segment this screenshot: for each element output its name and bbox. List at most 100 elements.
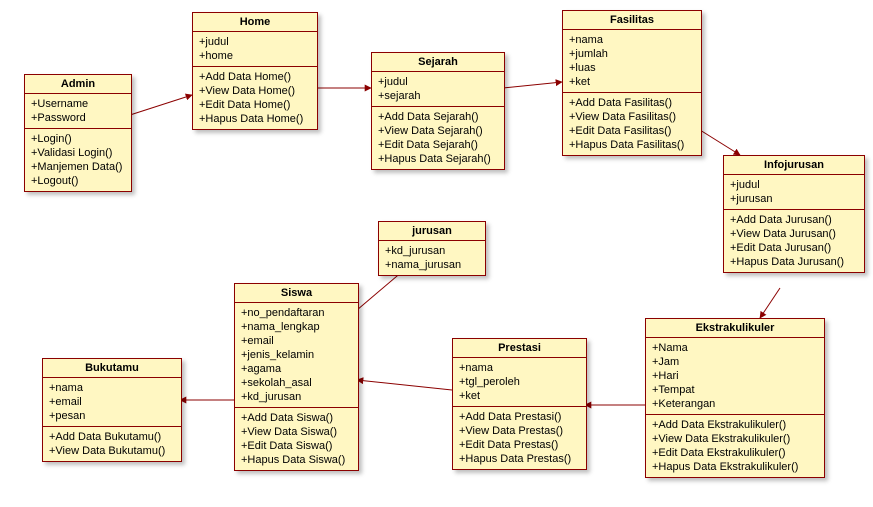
op: +Edit Data Prestas()	[459, 438, 580, 452]
attr: +judul	[378, 75, 498, 89]
ops-section: +Add Data Sejarah() +View Data Sejarah()…	[372, 107, 504, 169]
attr: +agama	[241, 362, 352, 376]
attr: +Hari	[652, 369, 818, 383]
uml-canvas: Admin +Username +Password +Login() +Vali…	[0, 0, 873, 507]
assoc-admin-home	[130, 95, 192, 115]
attr: +judul	[199, 35, 311, 49]
op: +View Data Fasilitas()	[569, 110, 695, 124]
op: +Hapus Data Siswa()	[241, 453, 352, 467]
attr-section: +nama +jumlah +luas +ket	[563, 30, 701, 93]
assoc-infojurusan-ekstra	[760, 288, 780, 318]
attr: +Nama	[652, 341, 818, 355]
attr-section: +Username +Password	[25, 94, 131, 129]
class-sejarah: Sejarah +judul +sejarah +Add Data Sejara…	[371, 52, 505, 170]
op: +Validasi Login()	[31, 146, 125, 160]
op: +Logout()	[31, 174, 125, 188]
attr: +Password	[31, 111, 125, 125]
attr-section: +nama +tgl_peroleh +ket	[453, 358, 586, 407]
attr-section: +judul +sejarah	[372, 72, 504, 107]
attr: +Username	[31, 97, 125, 111]
class-title: Home	[193, 13, 317, 32]
attr: +tgl_peroleh	[459, 375, 580, 389]
attr: +kd_jurusan	[385, 244, 479, 258]
attr: +jurusan	[730, 192, 858, 206]
ops-section: +Add Data Bukutamu() +View Data Bukutamu…	[43, 427, 181, 461]
op: +Edit Data Jurusan()	[730, 241, 858, 255]
attr: +pesan	[49, 409, 175, 423]
op: +View Data Sejarah()	[378, 124, 498, 138]
attr: +home	[199, 49, 311, 63]
attr: +ket	[459, 389, 580, 403]
op: +Hapus Data Sejarah()	[378, 152, 498, 166]
op: +Login()	[31, 132, 125, 146]
ops-section: +Add Data Fasilitas() +View Data Fasilit…	[563, 93, 701, 155]
class-siswa: Siswa +no_pendaftaran +nama_lengkap +ema…	[234, 283, 359, 471]
ops-section: +Add Data Prestasi() +View Data Prestas(…	[453, 407, 586, 469]
attr: +nama	[459, 361, 580, 375]
op: +Add Data Fasilitas()	[569, 96, 695, 110]
op: +Edit Data Ekstrakulikuler()	[652, 446, 818, 460]
op: +View Data Ekstrakulikuler()	[652, 432, 818, 446]
class-fasilitas: Fasilitas +nama +jumlah +luas +ket +Add …	[562, 10, 702, 156]
attr: +kd_jurusan	[241, 390, 352, 404]
class-title: Admin	[25, 75, 131, 94]
attr: +jumlah	[569, 47, 695, 61]
op: +Edit Data Sejarah()	[378, 138, 498, 152]
attr-section: +Nama +Jam +Hari +Tempat +Keterangan	[646, 338, 824, 415]
class-title: Infojurusan	[724, 156, 864, 175]
op: +View Data Bukutamu()	[49, 444, 175, 458]
attr: +no_pendaftaran	[241, 306, 352, 320]
attr: +ket	[569, 75, 695, 89]
op: +Add Data Sejarah()	[378, 110, 498, 124]
attr-section: +judul +jurusan	[724, 175, 864, 210]
op: +View Data Siswa()	[241, 425, 352, 439]
attr: +nama_lengkap	[241, 320, 352, 334]
op: +View Data Jurusan()	[730, 227, 858, 241]
attr: +sejarah	[378, 89, 498, 103]
ops-section: +Login() +Validasi Login() +Manjemen Dat…	[25, 129, 131, 191]
op: +Edit Data Fasilitas()	[569, 124, 695, 138]
assoc-sejarah-fasilitas	[503, 82, 562, 88]
class-admin: Admin +Username +Password +Login() +Vali…	[24, 74, 132, 192]
class-title: Fasilitas	[563, 11, 701, 30]
attr: +email	[49, 395, 175, 409]
class-bukutamu: Bukutamu +nama +email +pesan +Add Data B…	[42, 358, 182, 462]
op: +Hapus Data Prestas()	[459, 452, 580, 466]
op: +Hapus Data Fasilitas()	[569, 138, 695, 152]
class-title: jurusan	[379, 222, 485, 241]
attr: +sekolah_asal	[241, 376, 352, 390]
op: +Add Data Siswa()	[241, 411, 352, 425]
class-prestasi: Prestasi +nama +tgl_peroleh +ket +Add Da…	[452, 338, 587, 470]
attr-section: +judul +home	[193, 32, 317, 67]
assoc-fasilitas-infojurusan	[700, 130, 740, 155]
class-infojurusan: Infojurusan +judul +jurusan +Add Data Ju…	[723, 155, 865, 273]
attr: +email	[241, 334, 352, 348]
op: +Add Data Jurusan()	[730, 213, 858, 227]
op: +Hapus Data Home()	[199, 112, 311, 126]
op: +Edit Data Siswa()	[241, 439, 352, 453]
class-title: Bukutamu	[43, 359, 181, 378]
attr: +jenis_kelamin	[241, 348, 352, 362]
attr-section: +no_pendaftaran +nama_lengkap +email +je…	[235, 303, 358, 408]
ops-section: +Add Data Ekstrakulikuler() +View Data E…	[646, 415, 824, 477]
attr: +Jam	[652, 355, 818, 369]
class-title: Prestasi	[453, 339, 586, 358]
ops-section: +Add Data Home() +View Data Home() +Edit…	[193, 67, 317, 129]
op: +Add Data Bukutamu()	[49, 430, 175, 444]
op: +Add Data Ekstrakulikuler()	[652, 418, 818, 432]
attr: +nama	[569, 33, 695, 47]
op: +Edit Data Home()	[199, 98, 311, 112]
class-title: Siswa	[235, 284, 358, 303]
attr-section: +kd_jurusan +nama_jurusan	[379, 241, 485, 275]
op: +Add Data Prestasi()	[459, 410, 580, 424]
attr: +nama_jurusan	[385, 258, 479, 272]
class-ekstrakulikuler: Ekstrakulikuler +Nama +Jam +Hari +Tempat…	[645, 318, 825, 478]
attr-section: +nama +email +pesan	[43, 378, 181, 427]
assoc-prestasi-siswa	[357, 380, 452, 390]
attr: +Tempat	[652, 383, 818, 397]
attr: +Keterangan	[652, 397, 818, 411]
op: +Add Data Home()	[199, 70, 311, 84]
op: +Hapus Data Jurusan()	[730, 255, 858, 269]
attr: +luas	[569, 61, 695, 75]
ops-section: +Add Data Siswa() +View Data Siswa() +Ed…	[235, 408, 358, 470]
